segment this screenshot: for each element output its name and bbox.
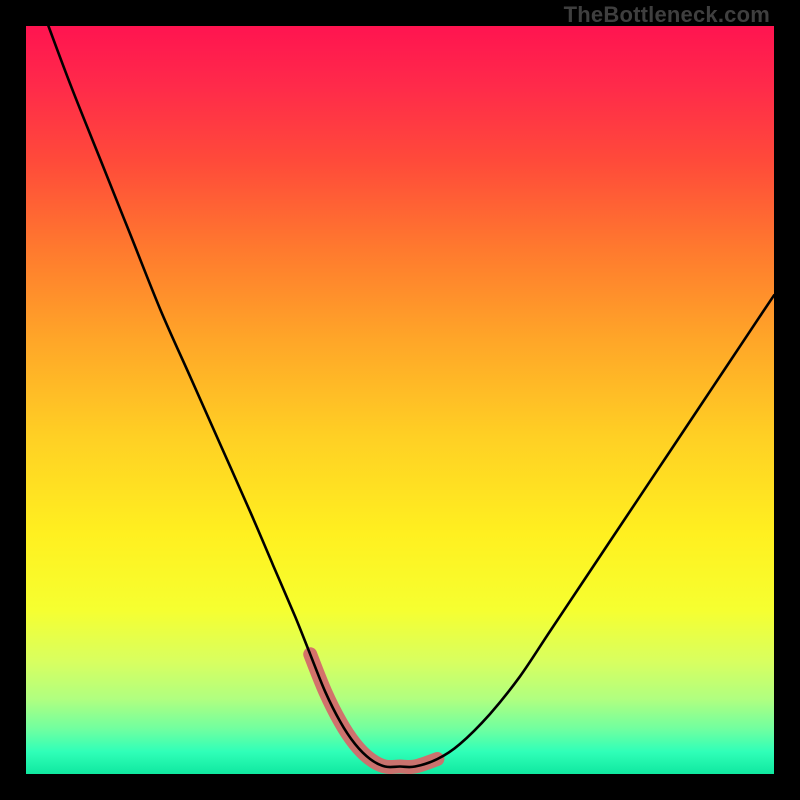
chart-frame: TheBottleneck.com (0, 0, 800, 800)
highlight-segment (310, 654, 437, 767)
bottleneck-curve (48, 26, 774, 767)
plot-area (26, 26, 774, 774)
curve-layer (26, 26, 774, 774)
watermark-text: TheBottleneck.com (564, 2, 770, 28)
